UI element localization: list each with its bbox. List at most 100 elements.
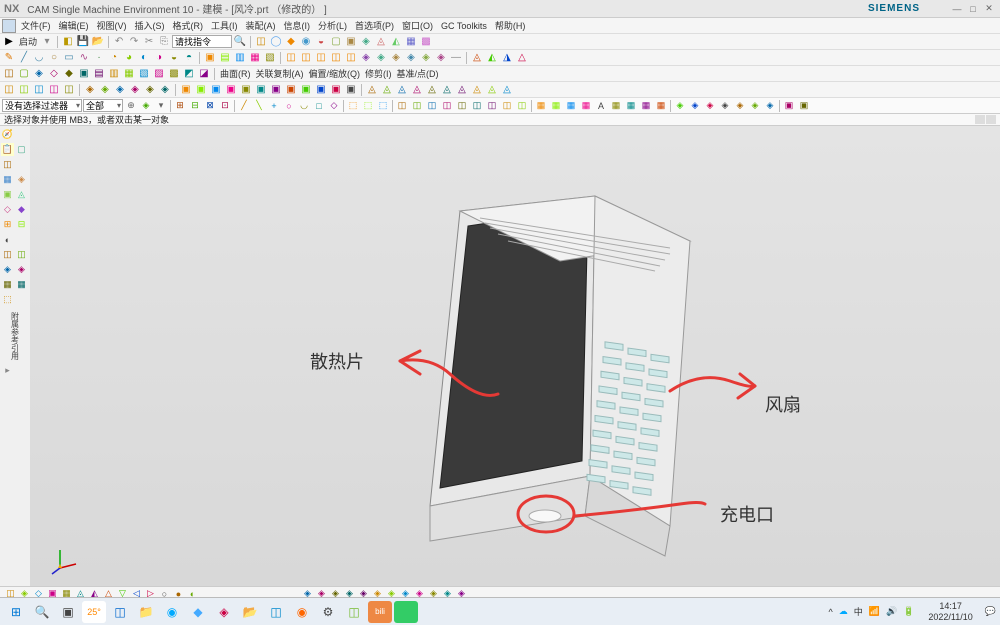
tool-g4-icon[interactable]: ◬ — [374, 35, 388, 49]
tool-search-icon[interactable]: 🔍 — [233, 35, 247, 49]
fb-33-icon[interactable]: ▦ — [624, 99, 638, 113]
start-icon[interactable]: ▶ — [2, 35, 16, 49]
tb-edge-icon[interactable]: ◉ — [160, 601, 184, 623]
t2-circle-icon[interactable]: ○ — [47, 51, 61, 65]
t2-c7-icon[interactable]: ◈ — [374, 51, 388, 65]
lb-3a-icon[interactable]: ▦ — [1, 173, 14, 186]
menu-help[interactable]: 帮助(H) — [492, 19, 529, 32]
fb-39-icon[interactable]: ◈ — [718, 99, 732, 113]
fb-12-icon[interactable]: ◡ — [297, 99, 311, 113]
t3-i7-icon[interactable]: ▤ — [92, 67, 106, 81]
fb-28-icon[interactable]: ▦ — [549, 99, 563, 113]
tool-revolve-icon[interactable]: ◉ — [299, 35, 313, 49]
start-menu-icon[interactable]: ⊞ — [4, 601, 28, 623]
t4-30-icon[interactable]: ◬ — [455, 83, 469, 97]
menu-file[interactable]: 文件(F) — [18, 19, 54, 32]
fb-31-icon[interactable]: A — [594, 99, 608, 113]
tool-g7-icon[interactable]: ▩ — [419, 35, 433, 49]
fb-23-icon[interactable]: ◫ — [470, 99, 484, 113]
lb-nav-icon[interactable]: 🧭 — [1, 128, 14, 141]
lb-8a-icon[interactable]: ◫ — [1, 248, 14, 261]
tool-redo-icon[interactable]: ↷ — [127, 35, 141, 49]
t4-33-icon[interactable]: ◬ — [500, 83, 514, 97]
t3-i4-icon[interactable]: ◇ — [47, 67, 61, 81]
t2-a4-icon[interactable]: ◑ — [152, 51, 166, 65]
t2-d1-icon[interactable]: ◬ — [470, 51, 484, 65]
fb-1-icon[interactable]: ⊕ — [124, 99, 138, 113]
tool-g3-icon[interactable]: ◈ — [359, 35, 373, 49]
tool-sweep-icon[interactable]: ◆ — [284, 35, 298, 49]
t2-a5-icon[interactable]: ◒ — [167, 51, 181, 65]
t4-9-icon[interactable]: ◈ — [128, 83, 142, 97]
tb-app5-icon[interactable]: ◫ — [264, 601, 288, 623]
fb-19-icon[interactable]: ◫ — [410, 99, 424, 113]
t2-d2-icon[interactable]: ◭ — [485, 51, 499, 65]
t2-b3-icon[interactable]: ▥ — [233, 51, 247, 65]
t4-6-icon[interactable]: ◈ — [83, 83, 97, 97]
fb-6-icon[interactable]: ⊠ — [203, 99, 217, 113]
t4-21-icon[interactable]: ▣ — [314, 83, 328, 97]
t2-c2-icon[interactable]: ◫ — [299, 51, 313, 65]
tool-cyl-icon[interactable]: ◯ — [269, 35, 283, 49]
t3-i1-icon[interactable]: ◫ — [2, 67, 16, 81]
lb-9a-icon[interactable]: ◈ — [1, 263, 14, 276]
t2-point-icon[interactable]: · — [92, 51, 106, 65]
t2-line-icon[interactable]: ╱ — [17, 51, 31, 65]
tray-battery-icon[interactable]: 🔋 — [903, 606, 914, 617]
t4-7-icon[interactable]: ◈ — [98, 83, 112, 97]
fb-30-icon[interactable]: ▦ — [579, 99, 593, 113]
t4-26-icon[interactable]: ◬ — [395, 83, 409, 97]
tray-sound-icon[interactable]: 🔊 — [886, 606, 897, 617]
fb-37-icon[interactable]: ◈ — [688, 99, 702, 113]
lb-2a-icon[interactable]: ◫ — [1, 158, 14, 171]
fb-8-icon[interactable]: ╱ — [237, 99, 251, 113]
fb-25-icon[interactable]: ◫ — [500, 99, 514, 113]
t3-surface[interactable]: 曲面(R) — [218, 67, 253, 80]
weather-icon[interactable]: 25° — [82, 601, 106, 623]
t4-32-icon[interactable]: ◬ — [485, 83, 499, 97]
tool-undo-icon[interactable]: ↶ — [112, 35, 126, 49]
lb-4b-icon[interactable]: ◬ — [15, 188, 28, 201]
tool-copy-icon[interactable]: ⎘ — [157, 35, 171, 49]
t4-8-icon[interactable]: ◈ — [113, 83, 127, 97]
t2-d3-icon[interactable]: ◮ — [500, 51, 514, 65]
lb-6a-icon[interactable]: ⊞ — [1, 218, 14, 231]
tb-app10-icon[interactable] — [394, 601, 418, 623]
fb-36-icon[interactable]: ◈ — [673, 99, 687, 113]
t2-rect-icon[interactable]: ▭ — [62, 51, 76, 65]
t4-17-icon[interactable]: ▣ — [254, 83, 268, 97]
menu-edit[interactable]: 编辑(E) — [56, 19, 92, 32]
tool-open-icon[interactable]: 📂 — [91, 35, 105, 49]
tray-ime[interactable]: 中 — [854, 605, 863, 618]
t4-3-icon[interactable]: ◫ — [32, 83, 46, 97]
t2-d4-icon[interactable]: △ — [515, 51, 529, 65]
fb-38-icon[interactable]: ◈ — [703, 99, 717, 113]
t2-c12-icon[interactable]: — — [449, 51, 463, 65]
fb-26-icon[interactable]: ◫ — [515, 99, 529, 113]
t3-datum[interactable]: 基准/点(D) — [395, 67, 441, 80]
menu-assembly[interactable]: 装配(A) — [243, 19, 279, 32]
t3-i14-icon[interactable]: ◪ — [197, 67, 211, 81]
tool-cut-icon[interactable]: ✂ — [142, 35, 156, 49]
fb-17-icon[interactable]: ⬚ — [376, 99, 390, 113]
t2-c11-icon[interactable]: ◈ — [434, 51, 448, 65]
fb-44-icon[interactable]: ▣ — [797, 99, 811, 113]
fb-13-icon[interactable]: □ — [312, 99, 326, 113]
t4-13-icon[interactable]: ▣ — [194, 83, 208, 97]
fb-2-icon[interactable]: ◈ — [139, 99, 153, 113]
fb-32-icon[interactable]: ▦ — [609, 99, 623, 113]
t2-a6-icon[interactable]: ◓ — [182, 51, 196, 65]
tb-explorer-icon[interactable]: 📁 — [134, 601, 158, 623]
lb-10b-icon[interactable]: ▦ — [15, 278, 28, 291]
lb-5b-icon[interactable]: ◆ — [15, 203, 28, 216]
t2-c4-icon[interactable]: ◫ — [329, 51, 343, 65]
tb-app4-icon[interactable]: 📂 — [238, 601, 262, 623]
tb-app2-icon[interactable]: ◆ — [186, 601, 210, 623]
t2-a3-icon[interactable]: ◐ — [137, 51, 151, 65]
t4-22-icon[interactable]: ▣ — [329, 83, 343, 97]
fb-7-icon[interactable]: ⊡ — [218, 99, 232, 113]
lb-11a-icon[interactable]: ⬚ — [1, 293, 14, 306]
taskview-icon[interactable]: ▣ — [56, 601, 80, 623]
menu-gctoolkits[interactable]: GC Toolkits — [438, 21, 490, 31]
t3-i10-icon[interactable]: ▧ — [137, 67, 151, 81]
